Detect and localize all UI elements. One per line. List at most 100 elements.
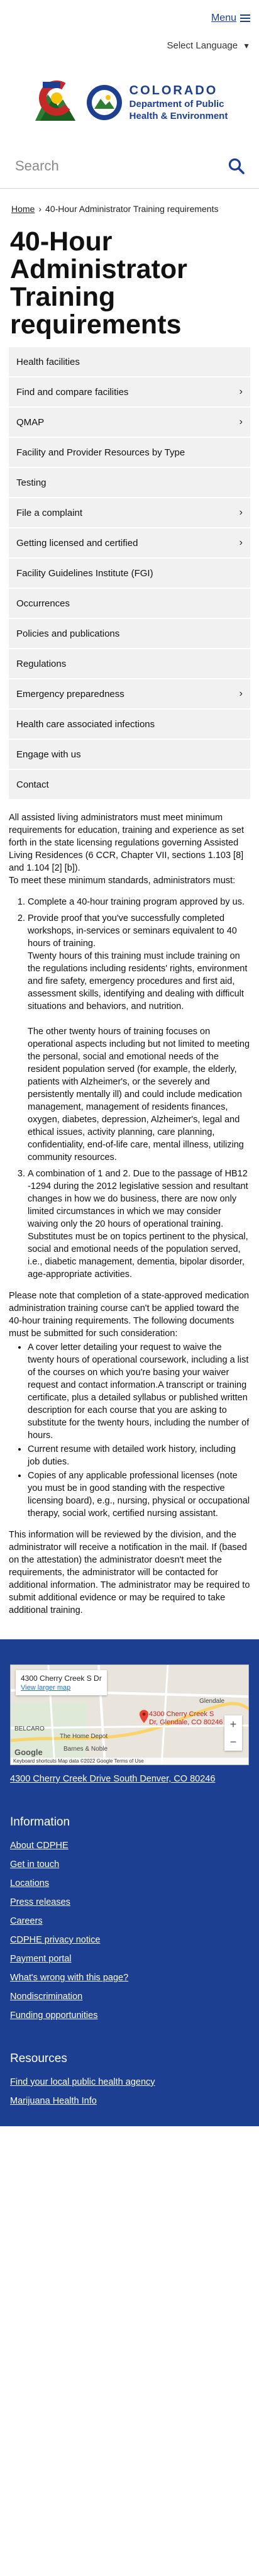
- sidenav-item-label: Engage with us: [16, 749, 81, 760]
- footer-link[interactable]: Funding opportunities: [10, 2009, 249, 2022]
- resources-heading: Resources: [10, 2052, 67, 2065]
- documents-list: A cover letter detailing your request to…: [9, 1341, 250, 1520]
- sidenav-item[interactable]: Occurrences: [9, 589, 250, 619]
- map-attribution: Keyboard shortcuts Map data ©2022 Google…: [11, 1758, 248, 1765]
- side-navigation: Health facilities Find and compare facili…: [9, 347, 250, 800]
- language-select[interactable]: Select Language ▼: [167, 40, 251, 51]
- map-place-label: Barnes & Noble: [63, 1746, 108, 1753]
- map-pin-label-line2: Dr, Glendale, CO 80246: [149, 1719, 223, 1726]
- sidenav-item[interactable]: Health care associated infections: [9, 710, 250, 740]
- intro-paragraph: All assisted living administrators must …: [9, 813, 244, 873]
- site-footer: 4300 Cherry Creek S Dr View larger map 4…: [0, 1639, 259, 2126]
- language-label: Select Language: [167, 40, 238, 51]
- resources-links: Find your local public health agency Mari…: [10, 2076, 249, 2107]
- sidenav-item-label: Health facilities: [16, 356, 80, 367]
- logo-dept-line1: Department of Public: [129, 98, 224, 109]
- requirement-text: Complete a 40-hour training program appr…: [28, 897, 245, 907]
- logo-dept-line2: Health & Environment: [129, 110, 228, 121]
- hamburger-icon: [240, 13, 250, 24]
- requirement-item: A combination of 1 and 2. Due to the pas…: [28, 1168, 250, 1281]
- sidenav-item[interactable]: Facility and Provider Resources by Type: [9, 438, 250, 468]
- requirement-item: Complete a 40-hour training program appr…: [28, 896, 250, 908]
- sidenav-item[interactable]: Health facilities: [9, 347, 250, 377]
- sidenav-item-label: Facility and Provider Resources by Type: [16, 447, 185, 458]
- intro-paragraph-2: To meet these minimum standards, adminis…: [9, 876, 236, 886]
- menu-button[interactable]: Menu: [211, 13, 250, 24]
- chevron-right-icon: ›: [239, 386, 243, 397]
- sidenav-item[interactable]: Facility Guidelines Institute (FGI): [9, 559, 250, 589]
- footer-link[interactable]: About CDPHE: [10, 1839, 249, 1852]
- sidenav-item[interactable]: Getting licensed and certified ›: [9, 528, 250, 559]
- document-item: Copies of any applicable professional li…: [28, 1469, 250, 1520]
- footer-link[interactable]: Payment portal: [10, 1953, 249, 1965]
- zoom-out-button[interactable]: −: [224, 1733, 242, 1751]
- footer-link[interactable]: Nondiscrimination: [10, 1990, 249, 2003]
- footer-link[interactable]: Careers: [10, 1915, 249, 1927]
- breadcrumb-current: 40-Hour Administrator Training requireme…: [45, 204, 219, 214]
- map-info-card: 4300 Cherry Creek S Dr View larger map: [16, 1670, 107, 1695]
- requirement-text: Provide proof that you've successfully c…: [28, 913, 237, 949]
- map-place-label: Glendale: [199, 1698, 225, 1705]
- sidenav-item-label: Regulations: [16, 658, 67, 669]
- footer-link[interactable]: What's wrong with this page?: [10, 1971, 249, 1984]
- footer-link[interactable]: Find your local public health agency: [10, 2076, 249, 2088]
- colorado-logo-icon: [35, 81, 75, 121]
- sidenav-item[interactable]: Emergency preparedness ›: [9, 679, 250, 710]
- sidenav-item-label: Find and compare facilities: [16, 386, 129, 398]
- sidenav-item[interactable]: Contact: [9, 770, 250, 800]
- logo-state: COLORADO: [129, 83, 218, 98]
- sidenav-item-label: Getting licensed and certified: [16, 537, 138, 549]
- sidenav-item-label: File a complaint: [16, 507, 83, 518]
- google-logo: Google: [14, 1748, 43, 1757]
- footer-link[interactable]: Press releases: [10, 1896, 249, 1909]
- sidenav-item[interactable]: QMAP ›: [9, 408, 250, 438]
- footer-link[interactable]: Get in touch: [10, 1858, 249, 1871]
- footer-address-link[interactable]: 4300 Cherry Creek Drive South Denver, CO…: [10, 1773, 249, 1785]
- search-button[interactable]: [225, 155, 248, 177]
- sidenav-item-label: Testing: [16, 477, 47, 488]
- map-place-label: The Home Depot: [60, 1733, 108, 1740]
- sidenav-item[interactable]: Testing: [9, 468, 250, 498]
- chevron-right-icon: ›: [239, 416, 243, 427]
- sidenav-item-label: QMAP: [16, 416, 45, 428]
- sidenav-item[interactable]: Policies and publications: [9, 619, 250, 649]
- breadcrumb-home-link[interactable]: Home: [11, 204, 35, 214]
- search-bar: [0, 143, 259, 189]
- cdphe-logo[interactable]: COLORADO Department of Public Health & E…: [0, 62, 259, 143]
- note-paragraph: Please note that completion of a state-a…: [9, 1291, 250, 1339]
- information-heading: Information: [10, 1815, 70, 1829]
- footer-link[interactable]: Marijuana Health Info: [10, 2095, 249, 2107]
- information-links: About CDPHE Get in touch Locations Press re…: [10, 1839, 249, 2022]
- chevron-right-icon: ›: [239, 507, 243, 518]
- chevron-down-icon: ▼: [243, 41, 250, 50]
- map-place-label: BELCARO: [14, 1726, 45, 1732]
- document-item: A cover letter detailing your request to…: [28, 1341, 250, 1442]
- menu-label: Menu: [211, 13, 236, 23]
- map-attribution-text[interactable]: Keyboard shortcuts Map data ©2022 Google…: [13, 1758, 144, 1764]
- map-pin-label-line1: 4300 Cherry Creek S: [149, 1710, 214, 1718]
- requirement-text: A combination of 1 and 2. Due to the pas…: [28, 1169, 248, 1280]
- article-body: All assisted living administrators must …: [0, 800, 259, 1617]
- sidenav-item[interactable]: Regulations: [9, 649, 250, 679]
- page-title: 40-Hour Administrator Training requireme…: [10, 226, 187, 340]
- chevron-right-icon: ›: [239, 537, 243, 548]
- sidenav-item-label: Emergency preparedness: [16, 688, 124, 700]
- sidenav-item-label: Health care associated infections: [16, 718, 155, 730]
- requirements-list: Complete a 40-hour training program appr…: [9, 896, 250, 1281]
- map-title: 4300 Cherry Creek S Dr: [21, 1674, 102, 1683]
- sidenav-item[interactable]: Find and compare facilities ›: [9, 377, 250, 408]
- footer-link[interactable]: CDPHE privacy notice: [10, 1934, 249, 1946]
- document-item: Current resume with detailed work histor…: [28, 1443, 250, 1468]
- view-larger-map-link[interactable]: View larger map: [21, 1684, 102, 1692]
- footer-link[interactable]: Locations: [10, 1877, 249, 1890]
- sidenav-item[interactable]: File a complaint ›: [9, 498, 250, 528]
- cdphe-seal-icon: [86, 85, 122, 120]
- closing-paragraph: This information will be reviewed by the…: [9, 1530, 250, 1615]
- sidenav-item[interactable]: Engage with us: [9, 740, 250, 770]
- requirement-subtext: The other twenty hours of training focus…: [28, 1027, 250, 1163]
- requirement-subtext: Twenty hours of this training must inclu…: [28, 951, 248, 1012]
- search-input[interactable]: [15, 157, 225, 174]
- main-content: Home › 40-Hour Administrator Training requ…: [0, 189, 259, 1617]
- location-map[interactable]: 4300 Cherry Creek S Dr View larger map 4…: [10, 1664, 249, 1765]
- zoom-in-button[interactable]: +: [224, 1715, 242, 1733]
